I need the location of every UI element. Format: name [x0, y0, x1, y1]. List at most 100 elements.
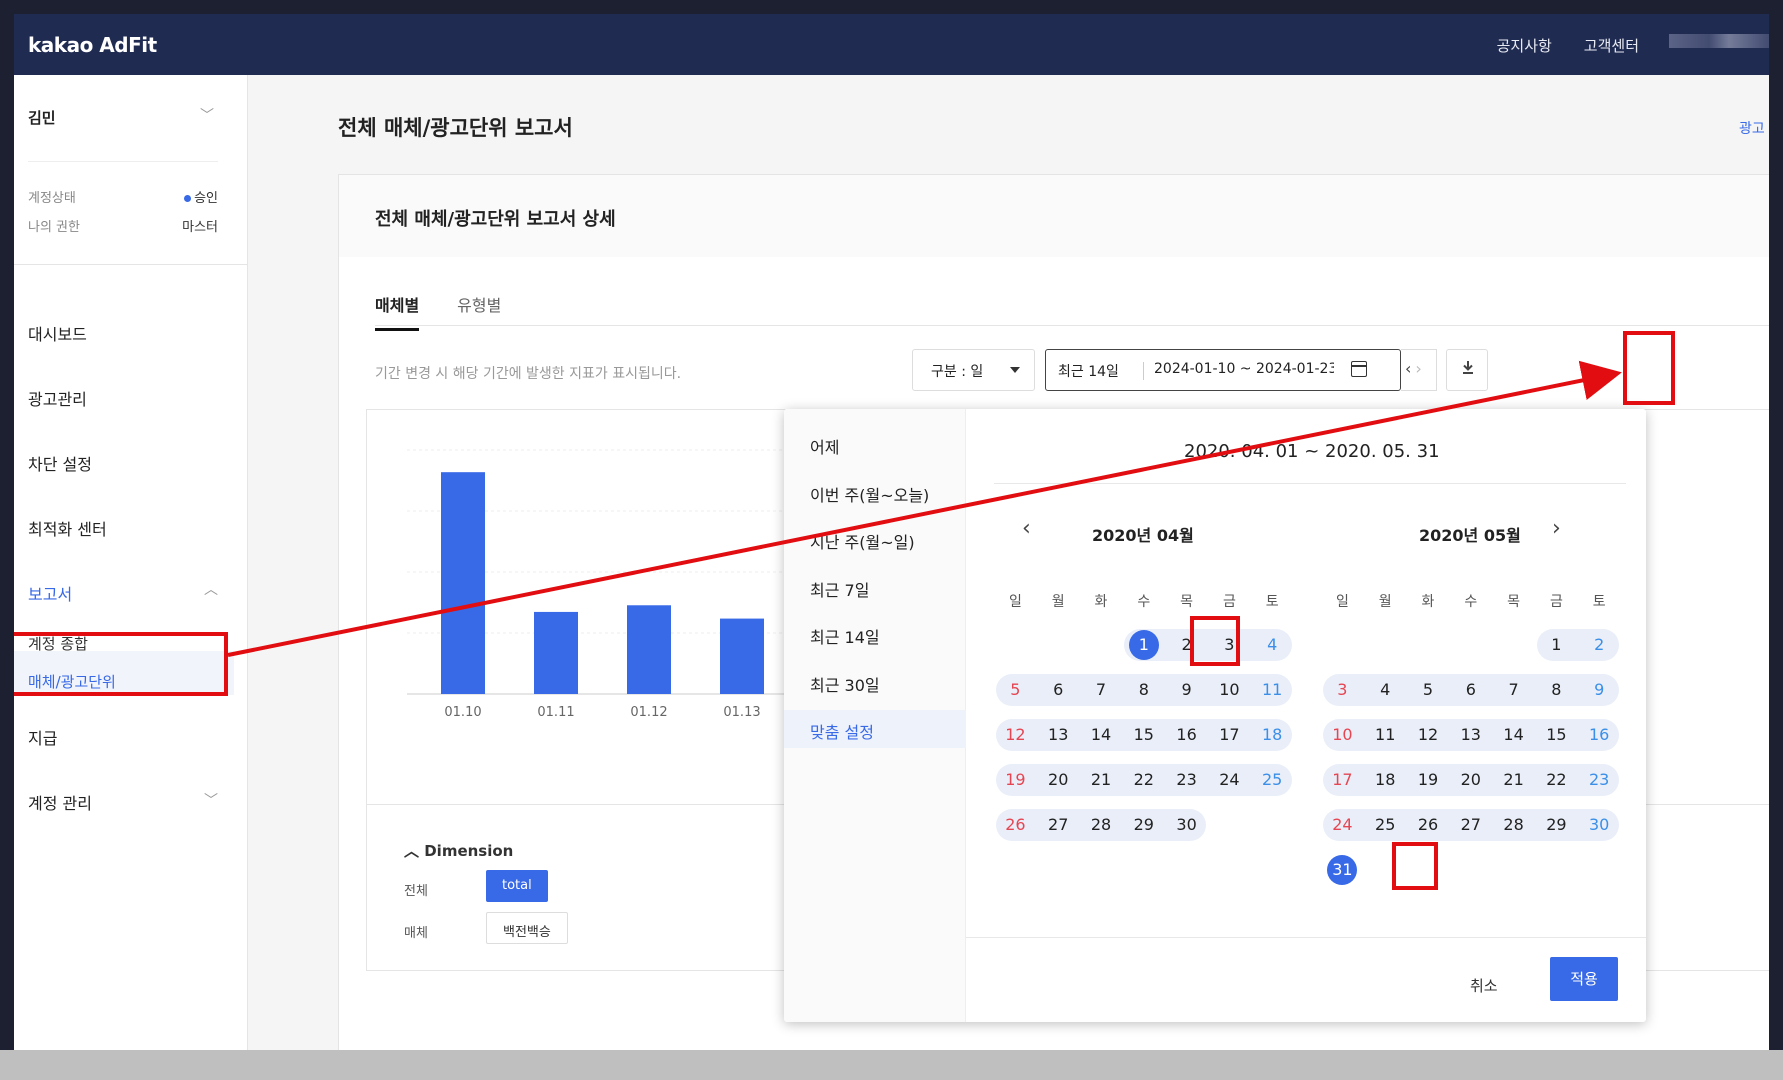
calendar-day[interactable]: 8: [1535, 674, 1578, 706]
calendar-day[interactable]: 4: [1251, 629, 1294, 661]
chart-bar[interactable]: [441, 472, 485, 694]
date-nav-arrows[interactable]: ‹›: [1401, 349, 1437, 391]
sidebar-item-optimization-center[interactable]: 최적화 센터: [28, 516, 107, 540]
calendar-day[interactable]: 22: [1122, 764, 1165, 796]
preset-option[interactable]: 어제: [784, 425, 966, 463]
calendar-day[interactable]: 17: [1321, 764, 1364, 796]
chevron-right-icon[interactable]: ›: [1415, 359, 1425, 378]
calendar-day[interactable]: 21: [1080, 764, 1123, 796]
calendar-day[interactable]: 5: [1407, 674, 1450, 706]
calendar-day[interactable]: 8: [1122, 674, 1165, 706]
calendar-day[interactable]: 24: [1208, 764, 1251, 796]
date-range-picker[interactable]: 최근 14일 2024-01-10 ~ 2024-01-23: [1045, 349, 1401, 391]
chip-media[interactable]: 백전백승: [486, 912, 568, 944]
calendar-day[interactable]: 29: [1535, 809, 1578, 841]
calendar-day[interactable]: 14: [1492, 719, 1535, 751]
preset-option[interactable]: 지난 주(월~일): [784, 520, 966, 558]
chart-bar[interactable]: [720, 618, 764, 694]
calendar-day[interactable]: 5: [994, 674, 1037, 706]
calendar-day[interactable]: 23: [1578, 764, 1621, 796]
calendar-day[interactable]: 27: [1449, 809, 1492, 841]
sidebar-item-dashboard[interactable]: 대시보드: [28, 321, 87, 345]
calendar-day[interactable]: 17: [1208, 719, 1251, 751]
calendar-day[interactable]: 31: [1321, 854, 1364, 886]
calendar-day[interactable]: 19: [1407, 764, 1450, 796]
user-menu-blurred[interactable]: [1669, 34, 1769, 48]
calendar-day[interactable]: 26: [1407, 809, 1450, 841]
calendar-day[interactable]: 24: [1321, 809, 1364, 841]
calendar-day[interactable]: 20: [1037, 764, 1080, 796]
calendar-day[interactable]: 1: [1535, 629, 1578, 661]
account-name[interactable]: 김민: [28, 107, 56, 128]
calendar-day[interactable]: 3: [1321, 674, 1364, 706]
calendar-icon[interactable]: [1351, 361, 1367, 377]
calendar-day[interactable]: 6: [1037, 674, 1080, 706]
calendar-day[interactable]: 7: [1492, 674, 1535, 706]
sidebar-item-reports[interactable]: 보고서: [28, 581, 72, 605]
calendar-day[interactable]: 9: [1578, 674, 1621, 706]
calendar-day[interactable]: 3: [1208, 629, 1251, 661]
calendar-day[interactable]: 1: [1122, 629, 1165, 661]
chart-bar[interactable]: [534, 611, 578, 694]
ad-management-link[interactable]: 광고 관리: [1739, 118, 1769, 138]
calendar-day[interactable]: 11: [1251, 674, 1294, 706]
calendar-day[interactable]: 23: [1165, 764, 1208, 796]
calendar-day[interactable]: 28: [1492, 809, 1535, 841]
calendar-day[interactable]: 7: [1080, 674, 1123, 706]
calendar-day[interactable]: 14: [1080, 719, 1123, 751]
calendar-day[interactable]: 25: [1364, 809, 1407, 841]
calendar-day[interactable]: 19: [994, 764, 1037, 796]
calendar-day[interactable]: 27: [1037, 809, 1080, 841]
calendar-day[interactable]: 18: [1251, 719, 1294, 751]
calendar-day[interactable]: 25: [1251, 764, 1294, 796]
chart-bar[interactable]: [627, 605, 671, 694]
calendar-day[interactable]: 9: [1165, 674, 1208, 706]
calendar-day[interactable]: 30: [1578, 809, 1621, 841]
calendar-day[interactable]: 28: [1080, 809, 1123, 841]
calendar-day[interactable]: 21: [1492, 764, 1535, 796]
nav-support[interactable]: 고객센터: [1584, 35, 1639, 56]
calendar-day[interactable]: 20: [1449, 764, 1492, 796]
calendar-day[interactable]: 10: [1208, 674, 1251, 706]
dimension-toggle[interactable]: ︿ Dimension: [404, 840, 513, 861]
chip-total[interactable]: total: [486, 870, 548, 902]
calendar-day[interactable]: 15: [1122, 719, 1165, 751]
calendar-day[interactable]: 12: [1407, 719, 1450, 751]
calendar-day[interactable]: 12: [994, 719, 1037, 751]
calendar-day[interactable]: 13: [1037, 719, 1080, 751]
preset-option[interactable]: 최근 7일: [784, 568, 966, 606]
calendar-day[interactable]: 13: [1449, 719, 1492, 751]
cancel-button[interactable]: 취소: [1464, 969, 1504, 1002]
calendar-day[interactable]: 2: [1165, 629, 1208, 661]
calendar-day[interactable]: 22: [1535, 764, 1578, 796]
apply-button[interactable]: 적용: [1550, 957, 1618, 1001]
calendar-day[interactable]: 10: [1321, 719, 1364, 751]
calendar-day[interactable]: 4: [1364, 674, 1407, 706]
calendar-day[interactable]: 16: [1578, 719, 1621, 751]
preset-option[interactable]: 최근 14일: [784, 615, 966, 653]
chevron-left-icon[interactable]: ‹: [1405, 359, 1415, 378]
logo[interactable]: kakao AdFit: [28, 33, 157, 57]
chevron-down-icon[interactable]: ﹀: [204, 790, 218, 810]
sidebar-item-account-management[interactable]: 계정 관리: [28, 790, 92, 814]
calendar-day[interactable]: 16: [1165, 719, 1208, 751]
preset-option[interactable]: 맞춤 설정: [784, 710, 966, 748]
calendar-day[interactable]: 6: [1449, 674, 1492, 706]
sidebar-item-payment[interactable]: 지급: [28, 725, 57, 749]
chevron-down-icon[interactable]: ﹀: [200, 105, 214, 125]
calendar-day[interactable]: 15: [1535, 719, 1578, 751]
download-button[interactable]: [1446, 349, 1488, 391]
calendar-day[interactable]: 30: [1165, 809, 1208, 841]
preset-option[interactable]: 이번 주(월~오늘): [784, 473, 966, 511]
interval-select[interactable]: 구분 : 일: [912, 349, 1035, 391]
nav-notice[interactable]: 공지사항: [1497, 35, 1552, 56]
calendar-day[interactable]: 2: [1578, 629, 1621, 661]
calendar-day[interactable]: 11: [1364, 719, 1407, 751]
chevron-up-icon[interactable]: ︿: [204, 579, 218, 599]
sidebar-item-block-settings[interactable]: 차단 설정: [28, 451, 92, 475]
preset-option[interactable]: 최근 30일: [784, 663, 966, 701]
calendar-day[interactable]: 18: [1364, 764, 1407, 796]
chevron-left-icon[interactable]: ‹: [1022, 516, 1031, 541]
calendar-day[interactable]: 26: [994, 809, 1037, 841]
calendar-day[interactable]: 29: [1122, 809, 1165, 841]
